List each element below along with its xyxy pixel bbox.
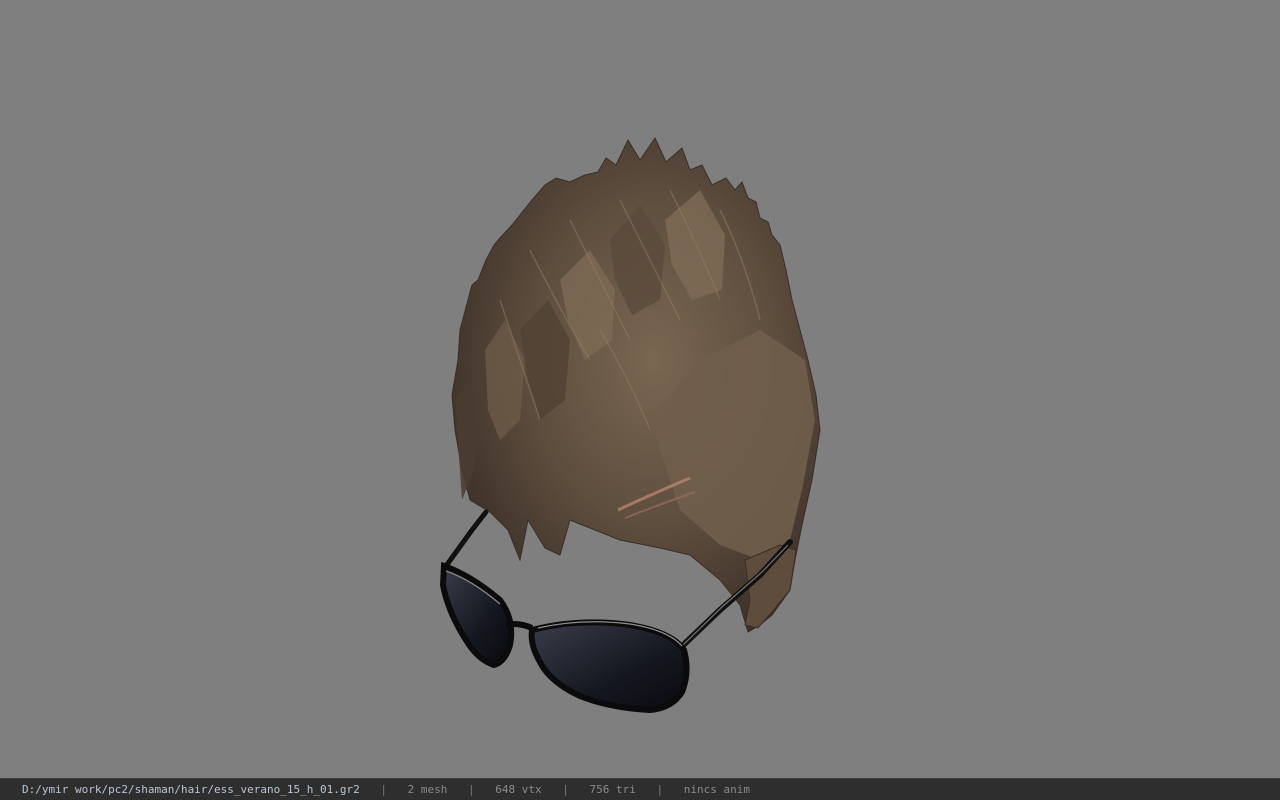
status-separator: | (562, 783, 569, 796)
triangle-count-label: 756 tri (589, 783, 636, 796)
status-bar: D:/ymir work/pc2/shaman/hair/ess_verano_… (0, 778, 1280, 800)
mesh-count-label: 2 mesh (407, 783, 448, 796)
status-separator: | (656, 783, 664, 796)
file-path-label: D:/ymir work/pc2/shaman/hair/ess_verano_… (22, 783, 360, 796)
status-separator: | (468, 783, 475, 796)
hair-mesh-icon (451, 136, 821, 633)
anim-status-label: nincs anim (683, 783, 750, 796)
model-render (439, 136, 821, 714)
3d-viewport[interactable] (0, 0, 1280, 778)
status-separator: | (380, 783, 388, 796)
vertex-count-label: 648 vtx (495, 783, 542, 796)
